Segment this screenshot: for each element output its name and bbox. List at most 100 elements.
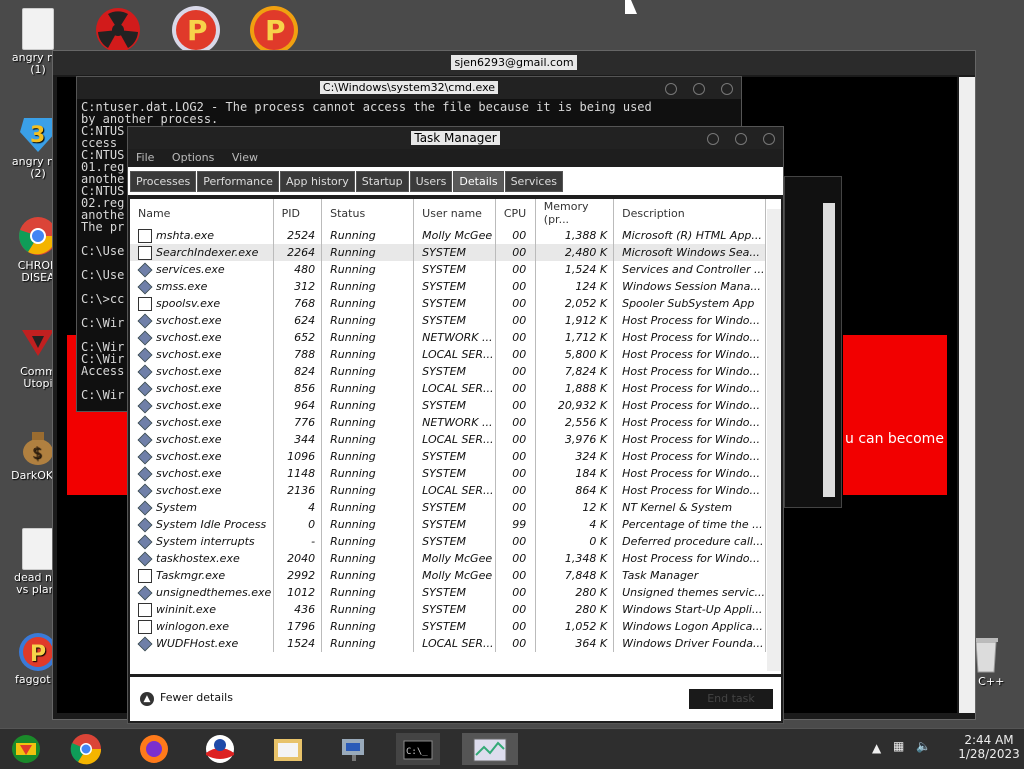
table-row[interactable]: services.exe 480 Running SYSTEM 00 1,524 K Ser… (130, 261, 766, 278)
speaker-icon[interactable]: 🔈 (916, 739, 931, 753)
minimize-button[interactable] (707, 133, 719, 145)
column-cpu[interactable]: CPU (495, 199, 536, 227)
task-manager-title-bar[interactable]: Task Manager (128, 127, 783, 149)
column-name[interactable]: Name (130, 199, 274, 227)
cell-text: SYSTEM (422, 399, 467, 412)
menu-view[interactable]: View (232, 151, 258, 164)
table-row[interactable]: mshta.exe 2524 Running Molly McGee 00 1,388 K… (130, 227, 766, 244)
column-user-name[interactable]: User name (413, 199, 496, 227)
cell-cpu: 99 (495, 516, 536, 533)
cell-text: SYSTEM (422, 450, 467, 463)
cell-text: 3,976 K (564, 433, 608, 446)
process-icon (137, 534, 153, 549)
cell-cpu: 00 (495, 584, 536, 601)
cell-text: Running (330, 399, 376, 412)
background-window[interactable] (784, 176, 842, 508)
tab-app-history[interactable]: App history (279, 171, 355, 192)
table-row[interactable]: System 4 Running SYSTEM 00 12 K NT Kernel & Sy… (130, 499, 766, 516)
scrollbar[interactable] (823, 203, 835, 497)
cell-memory: 5,800 K (535, 346, 615, 363)
cell-user-name: LOCAL SER... (413, 346, 496, 363)
cell-text: Running (330, 620, 376, 633)
close-button[interactable] (721, 83, 733, 95)
network-icon[interactable]: ▦ (893, 739, 904, 753)
cell-cpu: 00 (495, 635, 536, 652)
maximize-button[interactable] (693, 83, 705, 95)
process-scrollbar[interactable] (767, 209, 781, 671)
maximize-button[interactable] (735, 133, 747, 145)
table-row[interactable]: taskhostex.exe 2040 Running Molly McGee 00 1,… (130, 550, 766, 567)
close-button[interactable] (763, 133, 775, 145)
chrome-icon[interactable] (66, 733, 110, 765)
table-row[interactable]: unsignedthemes.exe 1012 Running SYSTEM 00 280… (130, 584, 766, 601)
minimize-button[interactable] (665, 83, 677, 95)
network-tool-icon[interactable] (334, 733, 378, 765)
fewer-details-button[interactable]: ▲ Fewer details (140, 691, 233, 706)
cell-description: Deferred procedure call... (613, 533, 766, 550)
cell-text: svchost.exe (156, 347, 222, 361)
cell-pid: 344 (273, 431, 323, 448)
chevron-up-icon[interactable]: ▲ (872, 741, 881, 755)
process-icon (137, 381, 153, 396)
cell-status: Running (321, 465, 415, 482)
table-row[interactable]: svchost.exe 964 Running SYSTEM 00 20,932 K Hos… (130, 397, 766, 414)
cell-cpu: 00 (495, 244, 536, 261)
cell-name: spoolsv.exe (130, 295, 274, 312)
cell-user-name: SYSTEM (413, 397, 496, 414)
table-row[interactable]: System interrupts - Running SYSTEM 00 0 K Defe… (130, 533, 766, 550)
table-row[interactable]: svchost.exe 856 Running LOCAL SER... 00 1,888… (130, 380, 766, 397)
tab-services[interactable]: Services (504, 171, 563, 192)
table-row[interactable]: svchost.exe 788 Running LOCAL SER... 00 5,800… (130, 346, 766, 363)
table-row[interactable]: svchost.exe 652 Running NETWORK ... 00 1,712 … (130, 329, 766, 346)
cell-pid: - (273, 533, 323, 550)
task-manager-window[interactable]: Task Manager File Options View Processes… (127, 126, 784, 724)
column-description[interactable]: Description (613, 199, 766, 227)
firefox-icon[interactable] (134, 733, 178, 765)
table-row[interactable]: SearchIndexer.exe 2264 Running SYSTEM 00 2,48… (130, 244, 766, 261)
table-row[interactable]: svchost.exe 1148 Running SYSTEM 00 184 K Host … (130, 465, 766, 482)
clock[interactable]: 2:44 AM 1/28/2023 (958, 733, 1020, 761)
table-row[interactable]: Taskmgr.exe 2992 Running Molly McGee 00 7,848… (130, 567, 766, 584)
table-row[interactable]: winlogon.exe 1796 Running SYSTEM 00 1,052 K Wi… (130, 618, 766, 635)
browser-scrollbar[interactable] (959, 77, 975, 713)
table-row[interactable]: smss.exe 312 Running SYSTEM 00 124 K Windows S… (130, 278, 766, 295)
cell-text: - (311, 535, 316, 548)
windows-media-center-icon[interactable] (6, 733, 50, 765)
process-icon (137, 500, 153, 515)
cell-text: 312 (294, 280, 316, 293)
cell-text: 1148 (287, 467, 316, 480)
table-row[interactable]: svchost.exe 776 Running NETWORK ... 00 2,556 … (130, 414, 766, 431)
column-memory[interactable]: Memory (pr... (535, 199, 615, 227)
process-icon (137, 347, 153, 362)
table-row[interactable]: svchost.exe 1096 Running SYSTEM 00 324 K Host … (130, 448, 766, 465)
end-task-button[interactable]: End task (689, 689, 773, 709)
cell-text: NT Kernel & System (622, 501, 733, 514)
table-row[interactable]: wininit.exe 436 Running SYSTEM 00 280 K Window… (130, 601, 766, 618)
tab-details[interactable]: Details (453, 171, 504, 192)
table-row[interactable]: svchost.exe 344 Running LOCAL SER... 00 3,976… (130, 431, 766, 448)
browser-title-bar[interactable]: sjen6293@gmail.com (53, 51, 975, 75)
cell-user-name: SYSTEM (413, 499, 496, 516)
column-status[interactable]: Status (321, 199, 415, 227)
column-pid[interactable]: PID (273, 199, 323, 227)
table-row[interactable]: WUDFHost.exe 1524 Running LOCAL SER... 00 364… (130, 635, 766, 652)
tab-startup[interactable]: Startup (355, 171, 409, 192)
tab-processes[interactable]: Processes (130, 171, 197, 192)
table-row[interactable]: svchost.exe 624 Running SYSTEM 00 1,912 K Host… (130, 312, 766, 329)
menu-options[interactable]: Options (172, 151, 214, 164)
cell-status: Running (321, 380, 415, 397)
task-manager-icon[interactable] (462, 733, 518, 765)
table-row[interactable]: svchost.exe 2136 Running LOCAL SER... 00 864 … (130, 482, 766, 499)
tab-performance[interactable]: Performance (197, 171, 279, 192)
cmd-icon[interactable]: C:\_ (396, 733, 440, 765)
cell-status: Running (321, 618, 415, 635)
table-row[interactable]: spoolsv.exe 768 Running SYSTEM 00 2,052 K Spoo… (130, 295, 766, 312)
menu-file[interactable]: File (136, 151, 154, 164)
file-explorer-icon[interactable] (268, 733, 312, 765)
table-row[interactable]: System Idle Process 0 Running SYSTEM 99 4 K Pe… (130, 516, 766, 533)
obama-logo-icon[interactable] (200, 733, 244, 765)
table-row[interactable]: svchost.exe 824 Running SYSTEM 00 7,824 K Host… (130, 363, 766, 380)
tab-users[interactable]: Users (409, 171, 453, 192)
cell-cpu: 00 (495, 380, 536, 397)
cmd-title-bar[interactable]: C:\Windows\system32\cmd.exe (77, 77, 741, 99)
